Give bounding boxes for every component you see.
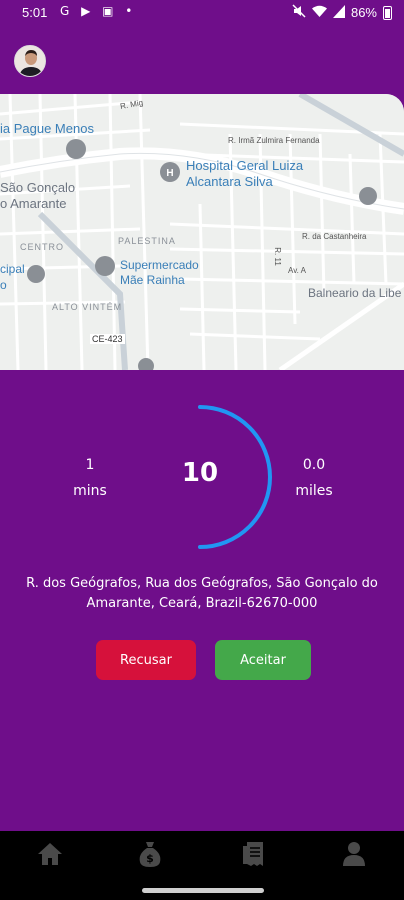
nav-history[interactable]	[233, 839, 273, 869]
map-label-centro: CENTRO	[20, 242, 64, 252]
battery-percent: 86%	[350, 5, 377, 20]
map-label-r-castanheira: R. da Castanheira	[302, 232, 367, 241]
map-label-cipal-2: o	[0, 278, 7, 292]
svg-text:$: $	[146, 852, 154, 865]
nav-earnings[interactable]: $	[130, 839, 170, 869]
map-label-r-11: R. 11	[272, 247, 282, 266]
status-right: 86%	[292, 4, 392, 21]
map-label-hospital-2: Alcantara Silva	[186, 174, 273, 189]
mute-icon	[292, 4, 306, 21]
map-view[interactable]: H ia Pague Menos Hospital Geral Luiza Al…	[0, 94, 404, 370]
map-label-sao-goncalo: São Gonçalo	[0, 180, 76, 195]
map-label-alto-vintem: ALTO VINTÉM	[52, 302, 123, 312]
map-label-r-irma: R. Irmã Zulmira Fernanda	[228, 136, 320, 145]
distance-value: 0.0	[302, 457, 326, 473]
notification-icons: G ▶ ▣ •	[60, 4, 137, 18]
money-bag-icon: $	[139, 842, 161, 867]
nav-home[interactable]	[30, 839, 70, 869]
accept-button[interactable]: Aceitar	[215, 640, 311, 680]
home-icon	[38, 843, 62, 865]
distance-stat: 0.0 miles	[288, 452, 340, 504]
map-label-hospital: Hospital Geral Luiza	[186, 158, 304, 173]
status-time: 5:01	[22, 5, 48, 20]
signal-icon	[332, 4, 345, 21]
wifi-icon	[311, 5, 327, 21]
map-label-cipal: cipal	[0, 262, 25, 276]
countdown-value: 10	[181, 458, 219, 488]
status-bar: 5:01 G ▶ ▣ • 86%	[0, 0, 404, 26]
gesture-home-bar[interactable]	[142, 888, 264, 893]
map-label-palestina: PALESTINA	[118, 236, 176, 246]
receipt-icon	[243, 842, 263, 866]
eta-stat: 1 mins	[68, 452, 112, 504]
map-label-ce-423: CE-423	[90, 334, 125, 344]
eta-value: 1	[85, 457, 95, 473]
map-label-mae-rainha: Mãe Rainha	[120, 273, 185, 287]
map-label-amarante: o Amarante	[0, 196, 67, 211]
map-label-pague-menos: ia Pague Menos	[0, 121, 94, 136]
distance-unit: miles	[295, 483, 333, 499]
map-label-supermercado: Supermercado	[120, 258, 199, 272]
nav-profile[interactable]	[334, 839, 374, 869]
eta-unit: mins	[73, 483, 107, 499]
map-label-av-a: Av. A	[288, 266, 306, 275]
profile-icon	[343, 842, 365, 866]
pickup-address: R. dos Geógrafos, Rua dos Geógrafos, São…	[26, 576, 378, 611]
battery-icon	[383, 5, 392, 20]
reject-button[interactable]: Recusar	[96, 640, 196, 680]
avatar[interactable]	[14, 45, 46, 77]
map-label-balneario: Balneario da Libe	[308, 286, 402, 300]
svg-text:H: H	[166, 168, 173, 179]
